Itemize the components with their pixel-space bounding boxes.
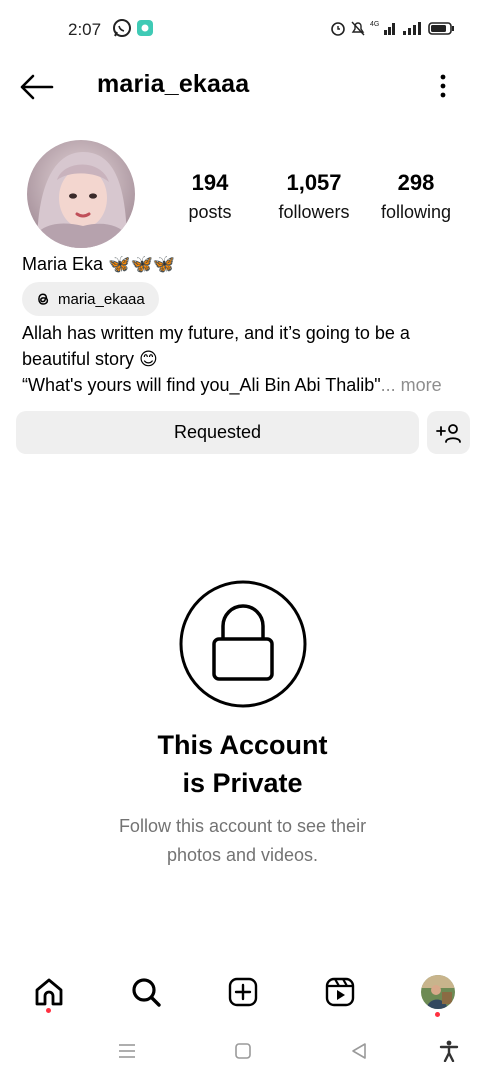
private-title-line: This Account (157, 730, 328, 760)
suggested-users-button[interactable] (427, 411, 470, 454)
profile-avatar[interactable] (27, 140, 135, 248)
stat-posts[interactable]: 194 posts (170, 170, 250, 223)
bio-line: beautiful story 😊 (22, 349, 158, 369)
profile-full-name: Maria Eka 🦋🦋🦋 (22, 254, 176, 274)
app-notification-icon (136, 18, 154, 43)
back-triangle-icon (352, 1043, 366, 1059)
reels-icon (325, 977, 355, 1007)
4g-signal-icon: 4G (370, 18, 398, 43)
nav-search[interactable] (124, 970, 168, 1014)
home-icon (35, 978, 63, 1006)
threads-handle: maria_ekaaa (58, 290, 145, 308)
stat-following[interactable]: 298 following (370, 170, 462, 223)
home-notification-dot (46, 1008, 51, 1013)
mute-icon (350, 18, 366, 43)
battery-icon (428, 18, 456, 43)
stat-followers[interactable]: 1,057 followers (268, 170, 360, 223)
search-icon (132, 978, 161, 1007)
more-options-button[interactable] (428, 70, 458, 104)
nav-reels[interactable] (318, 970, 362, 1014)
following-count: 298 (397, 170, 435, 195)
profile-username: maria_ekaaa (97, 70, 250, 98)
whatsapp-icon (112, 18, 132, 43)
system-accessibility-button[interactable] (436, 1038, 462, 1064)
posts-label: posts (188, 202, 232, 222)
bio-line: Allah has written my future, and it’s go… (22, 323, 410, 343)
posts-count: 194 (191, 170, 229, 195)
lock-icon (178, 579, 308, 709)
profile-avatar (421, 975, 455, 1009)
bio-line-text: “What's yours will find you_Ali Bin Abi … (22, 375, 381, 395)
alarm-icon (330, 18, 346, 43)
bio-line: “What's yours will find you_Ali Bin Abi … (22, 372, 472, 398)
profile-notification-dot (435, 1012, 440, 1017)
private-title-line: is Private (182, 768, 303, 798)
private-subtitle-line: photos and videos. (166, 845, 319, 865)
nav-profile[interactable] (416, 970, 460, 1014)
system-recents-button[interactable] (114, 1038, 140, 1064)
recents-icon (119, 1044, 135, 1058)
followers-count: 1,057 (286, 170, 342, 195)
more-vertical-icon (440, 74, 446, 98)
status-time: 2:07 (68, 20, 102, 39)
system-home-button[interactable] (230, 1038, 256, 1064)
home-square-icon (235, 1043, 251, 1059)
private-subtitle-line: Follow this account to see their (118, 816, 367, 836)
create-post-icon (228, 977, 258, 1007)
private-account-subtitle: Follow this account to see their photos … (0, 812, 485, 870)
svg-text:4G: 4G (370, 21, 379, 28)
add-user-icon (435, 423, 461, 443)
bio-more-link[interactable]: ... more (381, 375, 442, 395)
profile-bio: Allah has written my future, and it’s go… (22, 320, 472, 398)
threads-badge[interactable]: maria_ekaaa (22, 282, 159, 316)
threads-icon (38, 293, 49, 305)
requested-button[interactable]: Requested (16, 411, 419, 454)
back-button[interactable] (18, 70, 58, 104)
system-back-button[interactable] (346, 1038, 372, 1064)
nav-create[interactable] (221, 970, 265, 1014)
following-label: following (380, 202, 452, 222)
arrow-left-icon (20, 74, 54, 100)
followers-label: followers (278, 202, 350, 222)
accessibility-icon (439, 1040, 459, 1062)
private-account-title: This Account is Private (0, 726, 485, 802)
signal-icon (402, 18, 424, 43)
